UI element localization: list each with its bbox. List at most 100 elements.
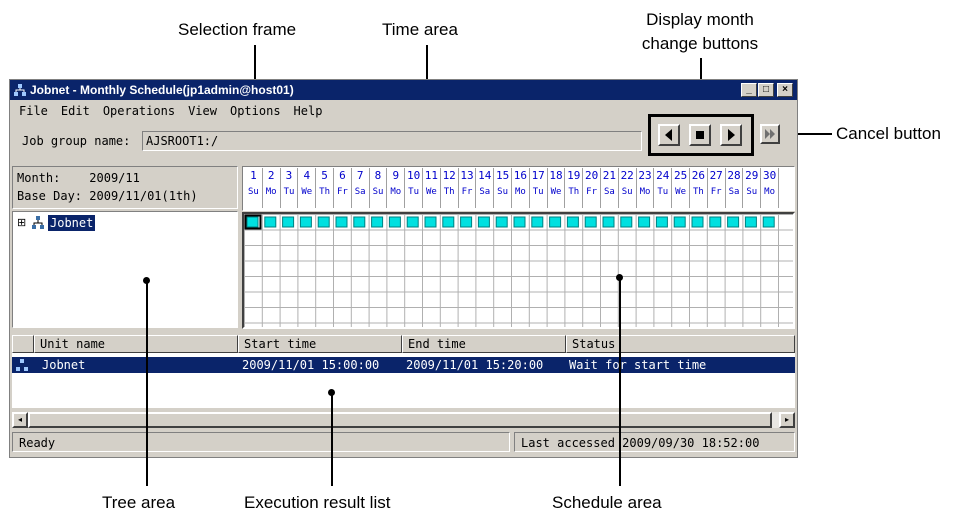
col-unit-name[interactable]: Unit name <box>34 335 238 353</box>
menu-file[interactable]: File <box>19 104 48 118</box>
day-header-cell[interactable]: 16 Mo <box>512 168 530 208</box>
day-number: 24 <box>656 169 670 182</box>
day-number: 22 <box>620 169 634 182</box>
day-weekday: Fr <box>461 187 473 197</box>
menu-view[interactable]: View <box>188 104 217 118</box>
menu-edit[interactable]: Edit <box>61 104 90 118</box>
horizontal-scrollbar[interactable]: ◂ ▸ <box>12 412 795 428</box>
scroll-thumb[interactable] <box>28 412 772 428</box>
close-button[interactable]: × <box>777 83 793 97</box>
day-header-cell[interactable]: 4 We <box>298 168 317 208</box>
job-group-label: Job group name: <box>22 134 131 148</box>
callout-month-buttons-line2: change buttons <box>641 34 759 53</box>
callout-tree-area: Tree area <box>102 493 176 512</box>
jobnet-tree-icon <box>32 216 44 229</box>
day-header-cell[interactable]: 27 Fr <box>708 168 726 208</box>
schedule-grid[interactable] <box>244 214 793 327</box>
day-weekday: Th <box>568 187 580 197</box>
schedule-mark <box>442 216 455 228</box>
minimize-button[interactable]: _ <box>741 83 757 97</box>
day-header-cell[interactable]: 25 We <box>672 168 690 208</box>
day-header-cell[interactable]: 9 Mo <box>387 168 406 208</box>
day-number: 11 <box>424 169 439 182</box>
table-row[interactable]: Jobnet 2009/11/01 15:00:00 2009/11/01 15… <box>12 357 795 373</box>
menu-help[interactable]: Help <box>294 104 323 118</box>
callout-execution-result-list: Execution result list <box>244 493 391 512</box>
day-number: 25 <box>673 169 688 182</box>
day-weekday: Sa <box>728 187 740 197</box>
col-start-time[interactable]: Start time <box>238 335 402 353</box>
day-weekday: We <box>301 187 313 197</box>
day-weekday: Su <box>497 187 508 197</box>
day-weekday: Tu <box>657 187 669 197</box>
row-unit-name: Jobnet <box>42 358 86 372</box>
status-last-accessed: Last accessed 2009/09/30 18:52:00 <box>514 432 795 452</box>
menu-operations[interactable]: Operations <box>103 104 175 118</box>
tree-item-jobnet[interactable]: Jobnet <box>48 215 96 231</box>
row-start-time: 2009/11/01 15:00:00 <box>242 358 380 372</box>
current-month-button[interactable] <box>689 124 711 146</box>
day-number: 15 <box>495 169 510 182</box>
day-header-cell[interactable]: 13 Fr <box>459 168 477 208</box>
day-weekday: Mo <box>764 187 775 197</box>
day-header-cell[interactable]: 5 Th <box>316 168 334 208</box>
day-header-cell[interactable]: 7 Sa <box>352 168 370 208</box>
day-weekday: Th <box>692 187 704 197</box>
day-header-cell[interactable]: 24 Tu <box>654 168 673 208</box>
tree-expander-icon[interactable]: ⊞ <box>17 215 26 231</box>
day-header-cell[interactable]: 3 Tu <box>281 168 299 208</box>
day-header-cell[interactable]: 6 Fr <box>334 168 352 208</box>
schedule-mark <box>620 216 633 228</box>
day-header-cell[interactable]: 11 We <box>423 168 441 208</box>
title-bar[interactable]: Jobnet - Monthly Schedule(jp1admin@host0… <box>10 80 797 100</box>
cancel-button[interactable] <box>760 124 780 144</box>
monthly-schedule-window: Jobnet - Monthly Schedule(jp1admin@host0… <box>9 79 798 458</box>
day-header-cell[interactable]: 1 Su <box>245 168 263 208</box>
schedule-mark <box>691 216 704 228</box>
day-header-cell[interactable]: 26 Th <box>690 168 708 208</box>
day-number: 29 <box>745 169 759 182</box>
day-header-cell[interactable]: 23 Mo <box>637 168 655 208</box>
day-weekday: We <box>550 187 562 197</box>
day-weekday: Sa <box>603 187 615 197</box>
day-header-cell[interactable]: 8 Su <box>370 168 388 208</box>
day-number: 16 <box>513 169 528 182</box>
day-header-cell[interactable]: 15 Su <box>494 168 512 208</box>
day-number: 26 <box>691 169 706 182</box>
schedule-mark <box>602 216 615 228</box>
col-status[interactable]: Status <box>566 335 795 353</box>
day-header-cell[interactable]: 19 Th <box>565 168 584 208</box>
day-header-cell[interactable]: 29 Su <box>743 168 762 208</box>
day-header-cell[interactable]: 14 Sa <box>476 168 495 208</box>
day-header-cell[interactable]: 17 Tu <box>530 168 548 208</box>
day-number: 6 <box>339 169 346 182</box>
day-header-cell[interactable]: 2 Mo <box>263 168 281 208</box>
scroll-right-button[interactable]: ▸ <box>779 412 795 428</box>
job-group-field[interactable]: AJSROOT1:/ <box>142 131 642 151</box>
schedule-mark <box>584 216 597 228</box>
previous-month-button[interactable] <box>658 124 680 146</box>
day-header-cell[interactable]: 20 Fr <box>583 168 601 208</box>
execution-result-list: Jobnet 2009/11/01 15:00:00 2009/11/01 15… <box>12 353 795 408</box>
day-weekday: We <box>675 187 686 197</box>
menu-options[interactable]: Options <box>230 104 281 118</box>
schedule-mark <box>727 216 740 228</box>
day-header-cell[interactable]: 12 Th <box>441 168 459 208</box>
next-month-button[interactable] <box>720 124 742 146</box>
day-weekday: Fr <box>586 187 597 197</box>
day-weekday: Tu <box>283 187 295 197</box>
col-end-time[interactable]: End time <box>402 335 566 353</box>
maximize-button[interactable]: □ <box>758 83 774 97</box>
day-header-cell[interactable]: 18 We <box>548 168 566 208</box>
schedule-area <box>242 212 795 329</box>
scroll-left-button[interactable]: ◂ <box>12 412 28 428</box>
day-header-cell[interactable]: 10 Tu <box>405 168 423 208</box>
day-weekday: Fr <box>710 187 722 197</box>
callout-schedule-area: Schedule area <box>552 493 662 512</box>
day-header-cell[interactable]: 21 Sa <box>601 168 619 208</box>
day-weekday: Mo <box>514 187 526 197</box>
day-header-cell[interactable]: 22 Su <box>619 168 637 208</box>
callout-selection-frame: Selection frame <box>178 20 297 39</box>
day-header-cell[interactable]: 30 Mo <box>761 168 779 208</box>
day-header-cell[interactable]: 28 Sa <box>726 168 744 208</box>
